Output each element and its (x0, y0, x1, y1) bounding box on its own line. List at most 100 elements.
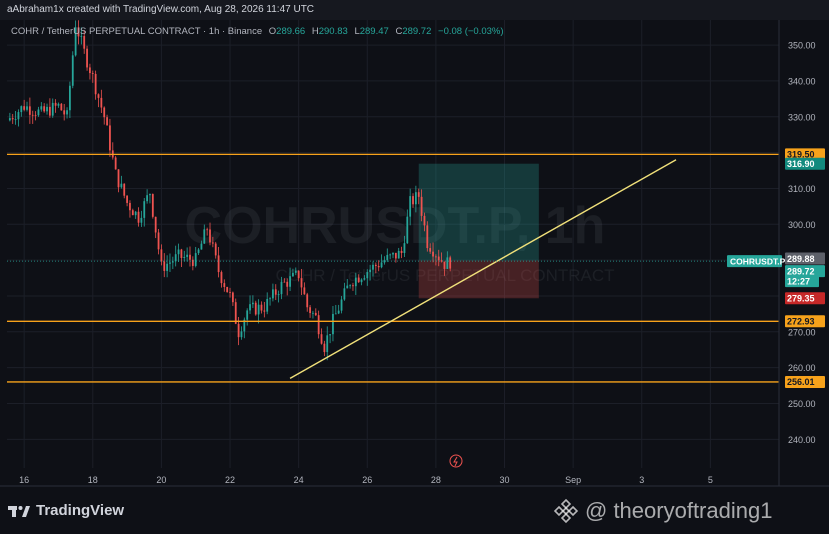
candle-body (337, 310, 340, 314)
x-tick-label: 20 (156, 475, 166, 485)
candle-body (234, 302, 237, 324)
candle-body (169, 262, 171, 264)
candle-body (231, 292, 234, 303)
candle-body (403, 243, 406, 254)
candle-body (272, 289, 274, 299)
price-chart[interactable]: COHRUSDT.P, 1h COHR / TetherUS PERPETUAL … (0, 0, 829, 534)
y-tick-label: 240.00 (788, 435, 816, 445)
tag-272-93: 272.93 (787, 317, 815, 327)
candle-body (292, 272, 294, 277)
candle-body (180, 249, 183, 258)
x-tick-label: Sep (565, 475, 581, 485)
candle-body (326, 335, 329, 353)
candle-body (357, 277, 360, 283)
x-tick-label: 5 (708, 475, 713, 485)
candle-body (186, 254, 189, 257)
candle-body (17, 112, 20, 120)
candle-body (432, 251, 434, 257)
candle-body (174, 254, 177, 262)
candle-body (51, 102, 54, 116)
candle-body (31, 114, 34, 116)
candle-body (280, 281, 283, 295)
ohlc-open-value: 289.66 (276, 26, 306, 37)
candle-body (54, 102, 57, 106)
candle-body (63, 110, 66, 115)
candle-body (123, 183, 126, 196)
candle-body (140, 217, 143, 223)
candle-body (306, 294, 309, 308)
candle-body (354, 277, 357, 287)
ohlc-low-value: 289.47 (359, 26, 389, 37)
candle-body (69, 85, 71, 111)
candle-body (369, 269, 372, 273)
candle-body (154, 216, 157, 233)
candle-body (277, 294, 280, 295)
x-tick-label: 24 (294, 475, 304, 485)
candle-body (166, 263, 169, 271)
price-change: −0.08 (−0.03%) (438, 26, 504, 37)
tag-256-01: 256.01 (787, 377, 815, 387)
y-tick-label: 340.00 (788, 76, 816, 86)
candle-body (229, 292, 231, 293)
candle-body (414, 192, 417, 205)
x-tick-label: 28 (431, 475, 441, 485)
candle-body (220, 272, 223, 284)
candle-body (226, 286, 229, 293)
candle-body (380, 262, 383, 268)
candle-body (309, 307, 311, 314)
candle-body (274, 289, 277, 295)
candle-body (143, 201, 146, 218)
position-target-zone[interactable] (418, 163, 539, 261)
candle-body (374, 264, 377, 267)
candle-body (23, 106, 26, 110)
candle-body (40, 106, 43, 110)
candle-body (71, 55, 74, 86)
candle-body (209, 229, 211, 243)
candle-body (163, 261, 166, 271)
candle-body (83, 35, 86, 49)
author-handle: @ theoryoftrading1 (585, 498, 773, 523)
position-stop-zone[interactable] (418, 260, 539, 299)
candle-body (106, 117, 108, 126)
candle-body (426, 225, 429, 249)
candle-body (394, 252, 397, 259)
candle-body (117, 169, 120, 188)
candle-body (46, 106, 48, 112)
candle-body (323, 343, 326, 353)
candle-body (317, 315, 320, 335)
symbol-legend: COHR / TetherUS PERPETUAL CONTRACT · 1h … (11, 26, 504, 37)
candle-body (214, 243, 217, 256)
candle-body (283, 281, 286, 283)
tradingview-brand[interactable]: TradingView (8, 502, 124, 519)
candle-body (48, 106, 51, 116)
tradingview-logo-icon (8, 505, 30, 517)
x-tick-label: 22 (225, 475, 235, 485)
candle-body (449, 257, 452, 269)
y-tick-label: 350.00 (788, 41, 816, 51)
ohlc-close-value: 289.72 (402, 26, 432, 37)
symbol-title: COHR / TetherUS PERPETUAL CONTRACT · 1h … (11, 26, 263, 37)
candle-body (360, 279, 363, 283)
tag-entry: 289.88 (787, 254, 815, 264)
candle-body (329, 334, 331, 336)
candle-body (249, 304, 251, 311)
candle-body (363, 278, 366, 280)
x-tick-label: 26 (362, 475, 372, 485)
candle-body (114, 157, 117, 170)
candle-body (91, 73, 94, 74)
candle-body (200, 243, 203, 250)
candle-body (183, 256, 186, 258)
tag-countdown: 12:27 (787, 276, 810, 286)
candle-body (294, 270, 297, 273)
candle-body (194, 253, 197, 266)
candle-body (397, 250, 400, 259)
candle-body (211, 242, 214, 244)
candle-body (129, 202, 131, 211)
tag-last: 289.72 (787, 266, 815, 276)
candle-body (289, 276, 291, 287)
candle-body (86, 48, 88, 68)
y-tick-label: 250.00 (788, 399, 816, 409)
candle-body (20, 106, 23, 113)
chart-watermark-symbol: COHRUSDT.P, 1h (185, 197, 606, 255)
candle-body (223, 283, 226, 287)
